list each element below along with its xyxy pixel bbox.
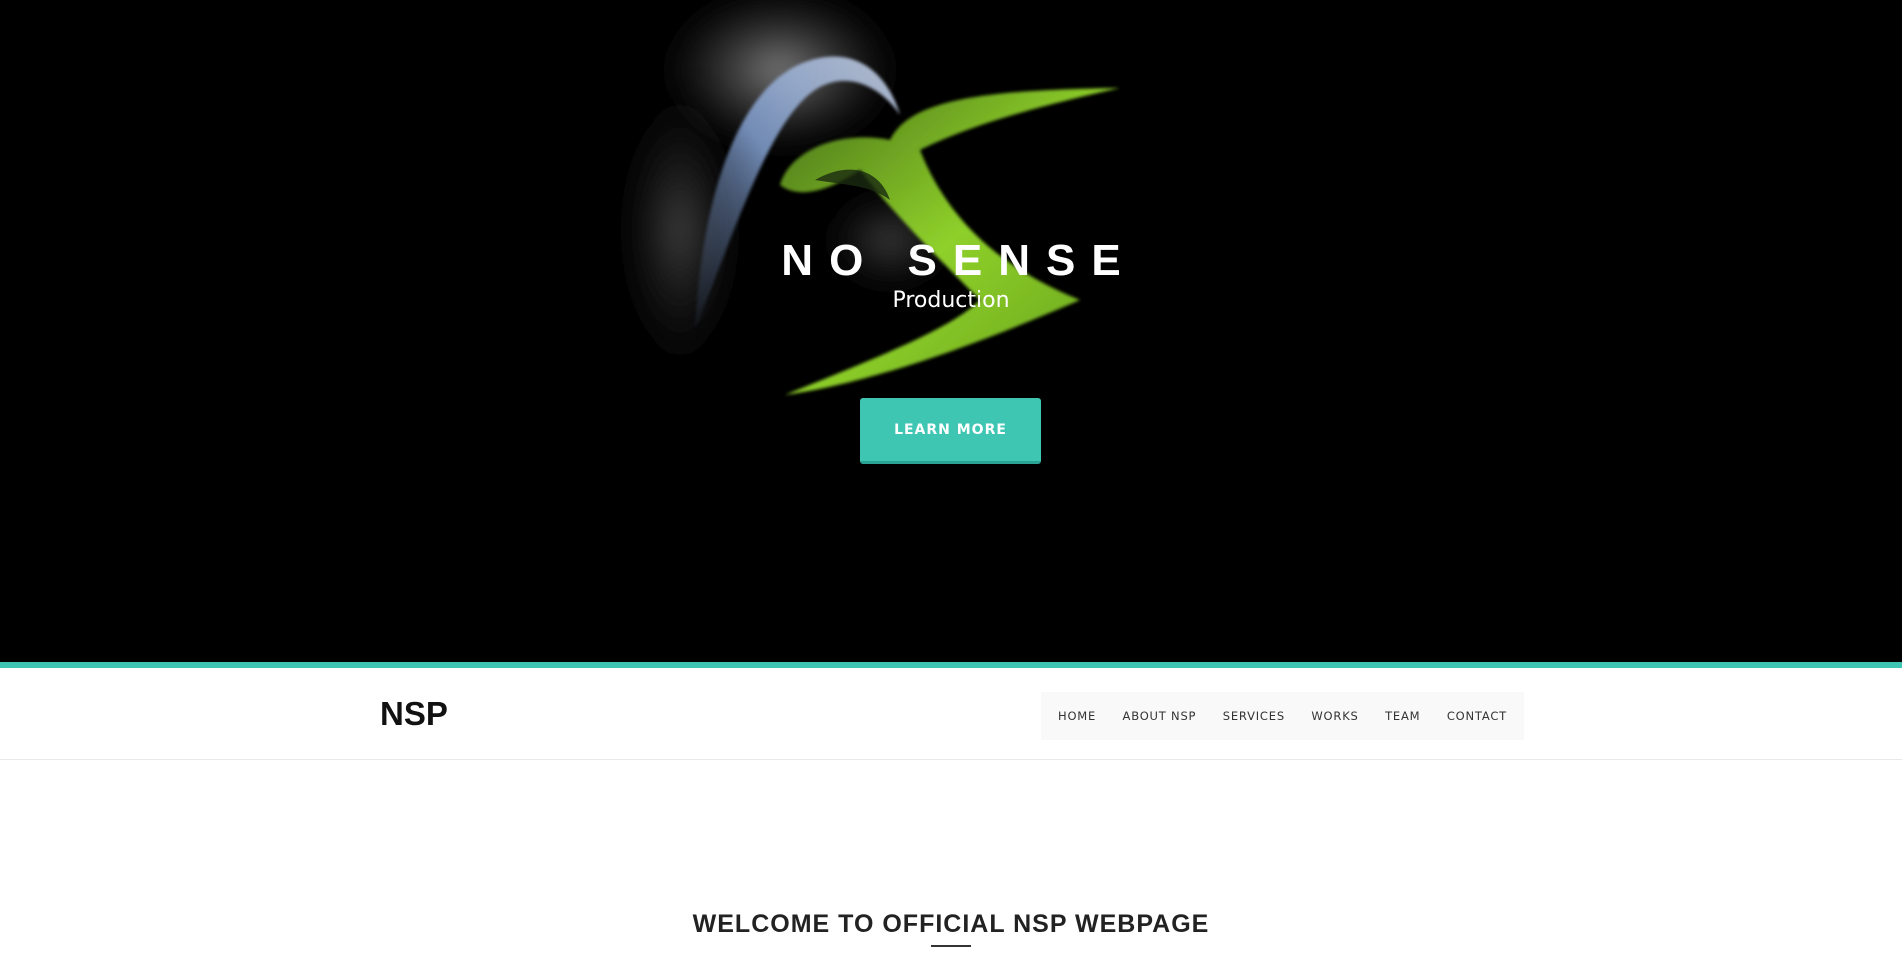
nav-item-team[interactable]: TEAM	[1385, 709, 1420, 723]
brand-logo[interactable]: NSP	[380, 695, 448, 733]
nav-item-about[interactable]: ABOUT NSP	[1123, 709, 1197, 723]
navbar: NSP HOME ABOUT NSP SERVICES WORKS TEAM C…	[0, 668, 1902, 760]
hero-title: NO SENSE	[781, 236, 1137, 285]
section-heading: WELCOME TO OFFICIAL NSP WEBPAGE	[692, 910, 1210, 938]
nav-item-services[interactable]: SERVICES	[1223, 709, 1285, 723]
nav-item-works[interactable]: WORKS	[1311, 709, 1358, 723]
nav-menu: HOME ABOUT NSP SERVICES WORKS TEAM CONTA…	[1041, 692, 1524, 740]
heading-underline	[931, 945, 971, 947]
learn-more-button[interactable]: LEARN MORE	[860, 398, 1041, 464]
nav-item-contact[interactable]: CONTACT	[1447, 709, 1507, 723]
hero-subtitle: Production	[892, 288, 1010, 313]
nav-item-home[interactable]: HOME	[1058, 709, 1096, 723]
hero-section: NO SENSE Production LEARN MORE	[0, 0, 1902, 662]
swirl-logo-art	[610, 0, 1120, 400]
